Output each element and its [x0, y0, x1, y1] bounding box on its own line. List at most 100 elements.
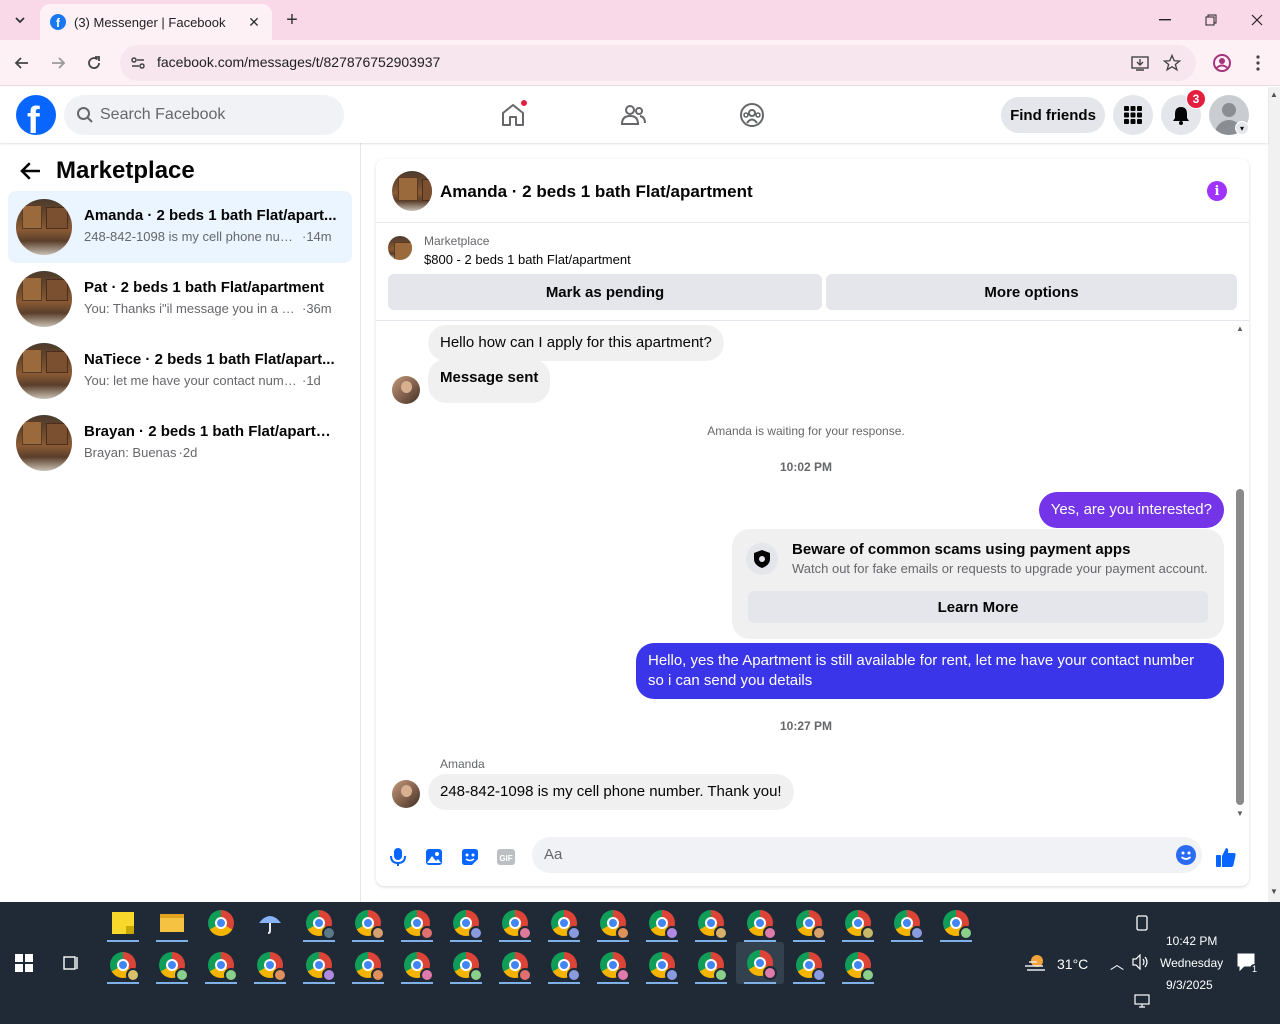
- listing-price[interactable]: $800 - 2 beds 1 bath Flat/apartment: [424, 252, 631, 267]
- address-bar[interactable]: facebook.com/messages/t/827876752903937: [120, 45, 1196, 81]
- clock-day[interactable]: Wednesday: [1160, 956, 1223, 970]
- chrome-profile-window[interactable]: [740, 904, 780, 942]
- mark-as-pending-button[interactable]: Mark as pending: [388, 274, 822, 310]
- like-thumb-icon[interactable]: [1214, 845, 1238, 869]
- facebook-logo-icon[interactable]: f: [16, 95, 56, 135]
- chrome-profile-window[interactable]: [201, 946, 241, 984]
- incoming-message[interactable]: 248-842-1098 is my cell phone number. Th…: [428, 774, 794, 810]
- site-info-icon[interactable]: [128, 53, 148, 73]
- chrome-profile-window[interactable]: [544, 904, 584, 942]
- message-input[interactable]: Aa: [532, 837, 1202, 873]
- chrome-profile-window[interactable]: [299, 904, 339, 942]
- chrome-profile-window[interactable]: [103, 946, 143, 984]
- forward-button[interactable]: [46, 51, 70, 75]
- incoming-message[interactable]: Hello how can I apply for this apartment…: [428, 325, 724, 361]
- back-button[interactable]: [10, 51, 34, 75]
- chrome-profile-window[interactable]: [348, 946, 388, 984]
- network-icon[interactable]: [1134, 994, 1150, 1011]
- install-app-icon[interactable]: [1130, 53, 1150, 73]
- tablet-mode-icon[interactable]: [1122, 904, 1162, 942]
- chrome-profile-window[interactable]: [397, 946, 437, 984]
- sticky-notes-app[interactable]: [103, 904, 143, 942]
- microphone-icon[interactable]: [386, 845, 410, 869]
- chrome-profile-window[interactable]: [838, 904, 878, 942]
- chrome-profile-window[interactable]: [642, 904, 682, 942]
- incoming-message[interactable]: Message sent: [428, 359, 551, 403]
- profile-icon[interactable]: [1210, 51, 1234, 75]
- tab-search-button[interactable]: [6, 7, 34, 33]
- conversation-item-brayan[interactable]: Brayan · 2 beds 1 bath Flat/apartm... Br…: [8, 407, 352, 479]
- chat-listing-thumbnail[interactable]: [392, 171, 432, 211]
- more-options-button[interactable]: More options: [826, 274, 1237, 310]
- search-input[interactable]: Search Facebook: [64, 95, 344, 135]
- restore-button[interactable]: [1188, 0, 1234, 40]
- conversation-name: Brayan · 2 beds 1 bath Flat/apartm...: [84, 423, 338, 440]
- tray-chevron-up-icon[interactable]: ︿: [1110, 954, 1124, 974]
- chrome-profile-window[interactable]: [593, 946, 633, 984]
- chat-scrollbar-thumb[interactable]: [1236, 489, 1244, 805]
- clock-date[interactable]: 9/3/2025: [1166, 978, 1213, 992]
- chrome-profile-window[interactable]: [789, 904, 829, 942]
- amanda-avatar[interactable]: [392, 376, 420, 404]
- menu-button[interactable]: [1113, 95, 1153, 135]
- chrome-profile-window[interactable]: [691, 946, 731, 984]
- tab-close-icon[interactable]: ✕: [246, 14, 262, 30]
- find-friends-button[interactable]: Find friends: [1001, 97, 1105, 133]
- groups-nav-button[interactable]: [734, 97, 770, 133]
- outgoing-message[interactable]: Yes, are you interested?: [1038, 492, 1224, 528]
- chrome-profile-window[interactable]: [789, 946, 829, 984]
- photo-icon[interactable]: [422, 845, 446, 869]
- bookmark-star-icon[interactable]: [1162, 53, 1182, 73]
- chat-title[interactable]: Amanda · 2 beds 1 bath Flat/apartment: [440, 182, 753, 202]
- chrome-profile-window[interactable]: [838, 946, 878, 984]
- close-window-button[interactable]: [1234, 0, 1280, 40]
- chrome-profile-window[interactable]: [887, 904, 927, 942]
- outgoing-message[interactable]: Hello, yes the Apartment is still availa…: [636, 643, 1224, 699]
- info-icon[interactable]: i: [1207, 181, 1227, 201]
- chrome-profile-window[interactable]: [691, 904, 731, 942]
- conversation-item-pat[interactable]: Pat · 2 beds 1 bath Flat/apartment You: …: [8, 263, 352, 335]
- chrome-profile-window[interactable]: [152, 946, 192, 984]
- file-explorer-app[interactable]: [152, 904, 192, 942]
- amanda-avatar[interactable]: [392, 780, 420, 808]
- chrome-profile-window[interactable]: [299, 946, 339, 984]
- friends-nav-button[interactable]: [615, 97, 651, 133]
- chrome-icon: [551, 910, 581, 940]
- task-view-button[interactable]: [51, 944, 91, 982]
- weather-temperature[interactable]: 31°C: [1057, 956, 1088, 972]
- reload-button[interactable]: [82, 51, 106, 75]
- browser-tab-messenger[interactable]: f (3) Messenger | Facebook ✕: [40, 4, 272, 40]
- start-button[interactable]: [4, 944, 44, 982]
- chrome-profile-window[interactable]: [593, 904, 633, 942]
- chrome-profile-window[interactable]: [544, 946, 584, 984]
- conversation-item-amanda[interactable]: Amanda · 2 beds 1 bath Flat/apart... 248…: [8, 191, 352, 263]
- minimize-button[interactable]: [1142, 0, 1188, 40]
- chrome-profile-window[interactable]: [642, 946, 682, 984]
- volume-icon[interactable]: [1132, 953, 1150, 973]
- emoji-icon[interactable]: [1176, 845, 1196, 865]
- chrome-profile-window[interactable]: [495, 904, 535, 942]
- gif-icon[interactable]: GIF: [494, 845, 518, 869]
- browser-menu-icon[interactable]: [1246, 51, 1270, 75]
- back-arrow-icon[interactable]: [18, 159, 42, 183]
- chrome-profile-window[interactable]: [446, 904, 486, 942]
- chrome-profile-window[interactable]: [348, 904, 388, 942]
- learn-more-button[interactable]: Learn More: [748, 591, 1208, 623]
- chrome-profile-window[interactable]: [446, 946, 486, 984]
- clock-time[interactable]: 10:42 PM: [1166, 934, 1217, 948]
- chrome-profile-window-active[interactable]: [736, 942, 784, 984]
- home-nav-button[interactable]: [495, 97, 531, 133]
- chat-scrollbar[interactable]: ▲ ▼: [1232, 321, 1248, 821]
- chrome-profile-window[interactable]: [936, 904, 976, 942]
- chrome-app[interactable]: [201, 904, 241, 942]
- chrome-profile-window[interactable]: [250, 946, 290, 984]
- pinned-app-umbrella[interactable]: [250, 904, 290, 942]
- weather-icon[interactable]: [1016, 944, 1056, 982]
- chrome-profile-window[interactable]: [397, 904, 437, 942]
- page-scrollbar[interactable]: ▲ ▼: [1268, 87, 1280, 902]
- new-tab-button[interactable]: +: [280, 8, 304, 32]
- sticker-icon[interactable]: [458, 845, 482, 869]
- account-chevron-icon[interactable]: ▾: [1235, 121, 1249, 135]
- chrome-profile-window[interactable]: [495, 946, 535, 984]
- conversation-item-natiece[interactable]: NaTiece · 2 beds 1 bath Flat/apart... Yo…: [8, 335, 352, 407]
